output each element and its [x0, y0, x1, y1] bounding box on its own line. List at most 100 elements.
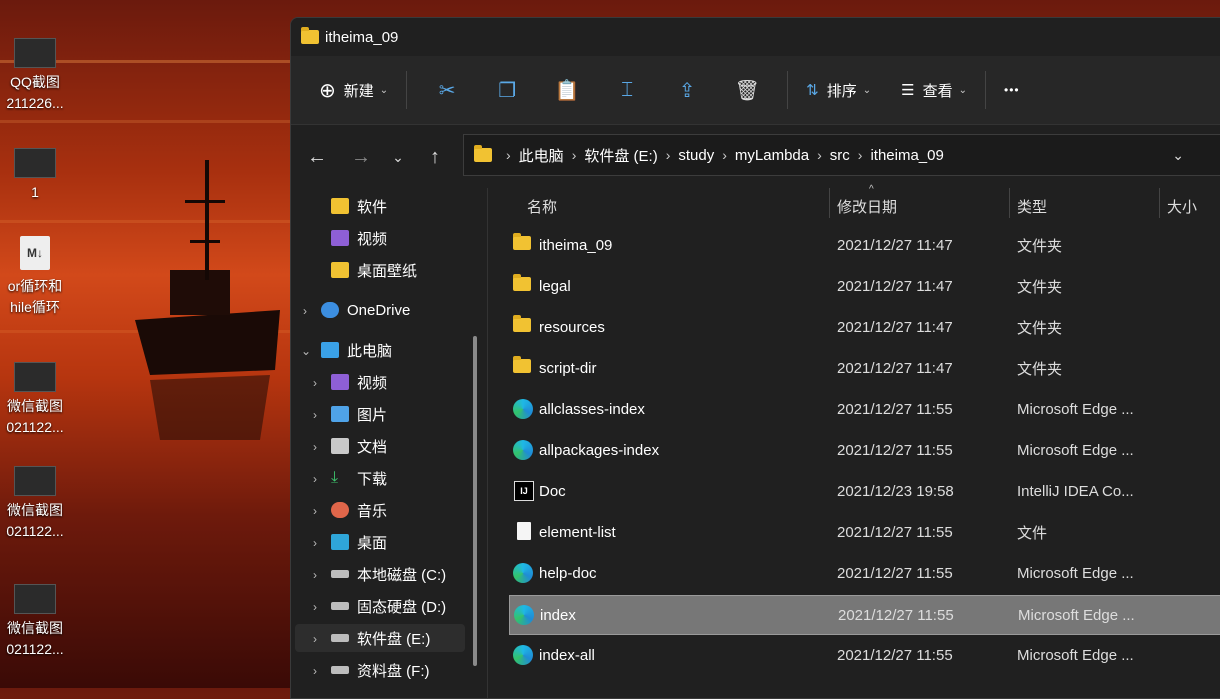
column-divider[interactable] — [829, 188, 830, 218]
breadcrumb-src[interactable]: src — [830, 147, 850, 164]
file-row[interactable]: element-list 2021/12/27 11:55 文件 — [509, 513, 1220, 551]
desktop-icon-wechat-screenshot[interactable]: 微信截图 021122... — [0, 466, 70, 542]
file-date: 2021/12/27 11:47 — [837, 277, 953, 295]
desktop-icon-wechat-screenshot[interactable]: 微信截图 021122... — [0, 362, 70, 438]
file-row[interactable]: IJ Doc 2021/12/23 19:58 IntelliJ IDEA Co… — [509, 472, 1220, 510]
forward-button[interactable]: → — [339, 146, 383, 169]
file-date: 2021/12/27 11:55 — [837, 441, 953, 459]
address-history-chevron-icon[interactable]: ⌄ — [1172, 147, 1184, 164]
file-row[interactable]: index-all 2021/12/27 11:55 Microsoft Edg… — [509, 636, 1220, 674]
column-divider[interactable] — [1159, 188, 1160, 218]
breadcrumb-mylambda[interactable]: myLambda — [735, 147, 809, 164]
file-row[interactable]: allpackages-index 2021/12/27 11:55 Micro… — [509, 431, 1220, 469]
column-header-size[interactable]: 大小 — [1167, 196, 1197, 217]
edge-browser-icon — [513, 440, 533, 460]
nav-item-videos-quick[interactable]: 视频 — [331, 224, 387, 252]
up-button[interactable]: ↑ — [413, 146, 457, 169]
chevron-right-icon[interactable]: › — [313, 472, 317, 486]
file-row[interactable]: allclasses-index 2021/12/27 11:55 Micros… — [509, 390, 1220, 428]
file-row[interactable]: help-doc 2021/12/27 11:55 Microsoft Edge… — [509, 554, 1220, 592]
desktop-icon-qq-screenshot[interactable]: QQ截图 211226... — [0, 38, 70, 114]
edge-browser-icon — [513, 645, 533, 665]
chevron-right-icon[interactable]: › — [303, 304, 307, 318]
chevron-right-icon[interactable]: › — [313, 440, 317, 454]
breadcrumb-this-pc[interactable]: 此电脑 — [519, 145, 564, 166]
file-row[interactable]: itheima_09 2021/12/27 11:47 文件夹 — [509, 226, 1220, 264]
desktop-icon-1[interactable]: 1 — [0, 148, 70, 203]
file-type: 文件夹 — [1017, 360, 1063, 378]
toolbar-divider — [406, 71, 408, 109]
nav-item-downloads[interactable]: ⤓ 下载 — [331, 464, 387, 492]
chevron-right-icon[interactable]: › — [313, 600, 317, 614]
sort-button[interactable]: ⇅ 排序 ⌄ — [798, 70, 879, 110]
column-divider[interactable] — [1009, 188, 1010, 218]
file-row[interactable]: script-dir 2021/12/27 11:47 文件夹 — [509, 349, 1220, 387]
chevron-right-icon[interactable]: › — [313, 536, 317, 550]
copy-button[interactable]: ❐ — [477, 78, 537, 103]
nav-label: 此电脑 — [347, 342, 393, 360]
chevron-right-icon[interactable]: › — [313, 632, 317, 646]
pane-divider[interactable] — [487, 188, 488, 698]
delete-button[interactable]: 🗑 — [717, 78, 777, 103]
chevron-right-icon[interactable]: › — [313, 568, 317, 582]
drive-icon — [331, 634, 349, 642]
desktop-icon-wechat-screenshot[interactable]: 微信截图 021122... — [0, 584, 70, 660]
more-options-button[interactable]: ••• — [996, 70, 1028, 110]
file-row[interactable]: legal 2021/12/27 11:47 文件夹 — [509, 267, 1220, 305]
desktop-icon-markdown[interactable]: M↓ or循环和 hile循环 — [0, 236, 70, 318]
nav-item-wallpapers[interactable]: 桌面壁纸 — [331, 256, 417, 284]
nav-item-drive-c[interactable]: 本地磁盘 (C:) — [331, 560, 446, 588]
file-type: Microsoft Edge ... — [1018, 606, 1135, 624]
nav-item-software[interactable]: 软件 — [331, 192, 387, 220]
nav-scrollbar[interactable] — [473, 336, 477, 666]
window-title: itheima_09 — [325, 28, 399, 46]
title-bar[interactable]: itheima_09 — [291, 18, 1220, 56]
file-name: element-list — [539, 523, 616, 541]
cut-button[interactable]: ✂ — [417, 78, 477, 103]
column-header-name[interactable]: 名称 — [527, 196, 557, 217]
chevron-down-icon[interactable]: ⌄ — [301, 344, 311, 358]
nav-item-documents[interactable]: 文档 — [331, 432, 387, 460]
nav-label: OneDrive — [347, 301, 411, 319]
recent-locations-button[interactable]: ⌄ — [383, 149, 413, 166]
arrow-left-icon: ← — [307, 145, 327, 168]
desktop-icon-label: 1 — [31, 184, 39, 200]
desktop-icon-label: or循环和 — [7, 278, 63, 294]
column-header-type[interactable]: 类型 — [1017, 196, 1047, 217]
desktop-icon-label: 021122... — [6, 419, 64, 435]
paste-button[interactable]: 📋 — [537, 78, 597, 103]
breadcrumb-drive-e[interactable]: 软件盘 (E:) — [584, 145, 657, 166]
chevron-right-icon[interactable]: › — [313, 664, 317, 678]
nav-item-drive-f[interactable]: 资料盘 (F:) — [331, 656, 430, 684]
view-list-icon: ☰ — [901, 82, 915, 99]
nav-item-this-pc[interactable]: 此电脑 — [321, 336, 392, 364]
new-button[interactable]: ⊕ 新建 ⌄ — [311, 70, 396, 110]
chevron-right-icon[interactable]: › — [313, 408, 317, 422]
file-name: script-dir — [539, 359, 597, 377]
pictures-icon — [331, 406, 349, 422]
breadcrumb-itheima-09[interactable]: itheima_09 — [870, 147, 943, 164]
nav-item-drive-e[interactable]: 软件盘 (E:) — [331, 624, 430, 652]
back-button[interactable]: ← — [295, 146, 339, 169]
file-row-selected[interactable]: index 2021/12/27 11:55 Microsoft Edge ..… — [509, 595, 1220, 635]
address-bar[interactable]: › 此电脑 › 软件盘 (E:) › study › myLambda › sr… — [463, 134, 1220, 176]
share-button[interactable]: ⇪ — [657, 78, 717, 103]
file-row[interactable]: resources 2021/12/27 11:47 文件夹 — [509, 308, 1220, 346]
nav-item-drive-d[interactable]: 固态硬盘 (D:) — [331, 592, 446, 620]
column-header-date[interactable]: 修改日期 — [837, 196, 897, 217]
breadcrumb-study[interactable]: study — [678, 147, 714, 164]
view-button[interactable]: ☰ 查看 ⌄ — [893, 70, 975, 110]
chevron-right-icon[interactable]: › — [313, 504, 317, 518]
nav-item-desktop[interactable]: 桌面 — [331, 528, 387, 556]
file-type: 文件夹 — [1017, 278, 1063, 296]
chevron-right-icon[interactable]: › — [313, 376, 317, 390]
nav-item-pictures[interactable]: 图片 — [331, 400, 387, 428]
chevron-down-icon: ⌄ — [379, 84, 389, 96]
nav-item-videos[interactable]: 视频 — [331, 368, 387, 396]
nav-item-music[interactable]: 音乐 — [331, 496, 387, 524]
desktop-icon — [331, 534, 349, 550]
chevron-down-icon: ⌄ — [862, 84, 872, 96]
nav-item-onedrive[interactable]: OneDrive — [321, 296, 410, 324]
rename-button[interactable]: ⌶ — [597, 79, 657, 102]
trash-icon: 🗑 — [734, 79, 760, 102]
